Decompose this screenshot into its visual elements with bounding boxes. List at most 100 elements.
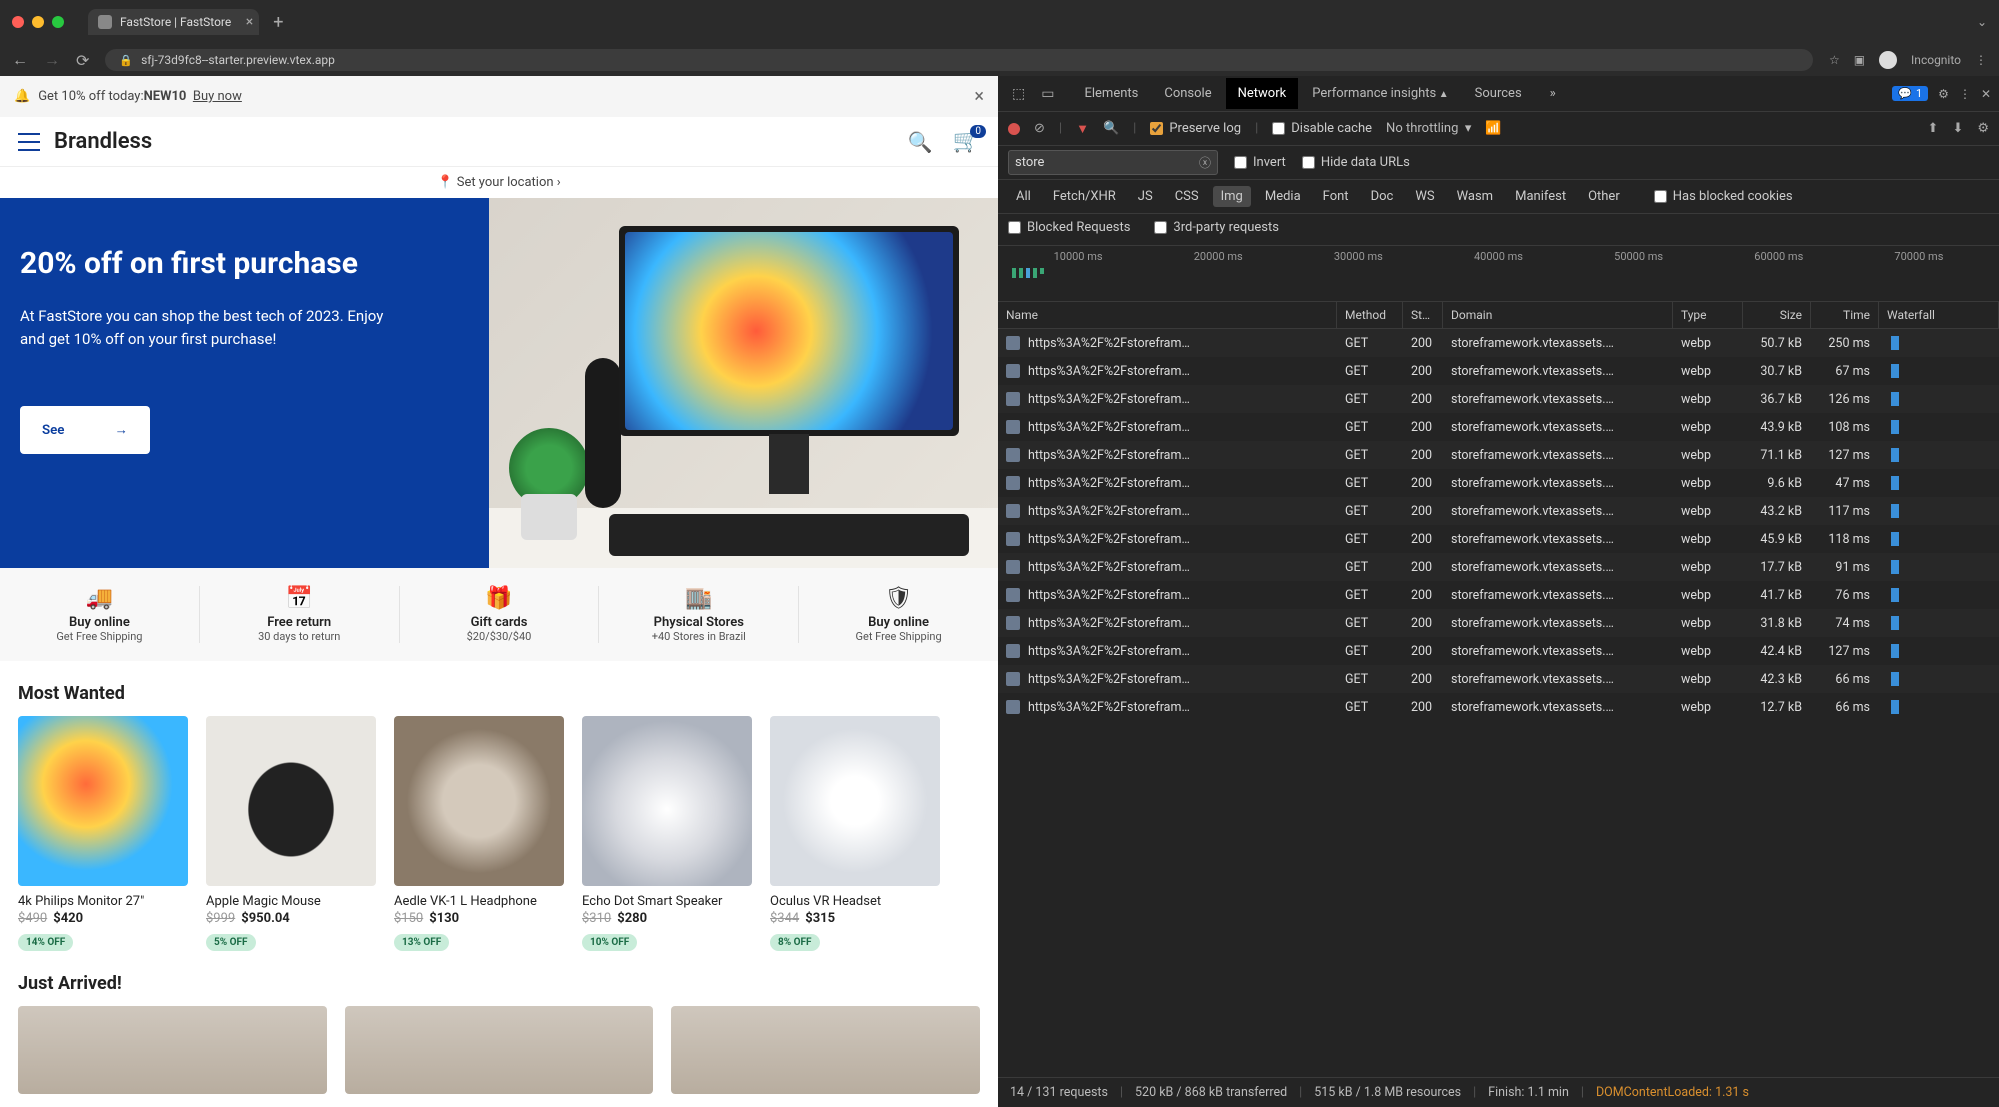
type-filter-manifest[interactable]: Manifest bbox=[1507, 186, 1574, 207]
product-card[interactable]: Echo Dot Smart Speaker $310$280 10% OFF bbox=[582, 716, 752, 951]
download-icon[interactable]: ⬇ bbox=[1952, 121, 1963, 136]
type-filter-wasm[interactable]: Wasm bbox=[1449, 186, 1502, 207]
kebab-icon[interactable]: ⋮ bbox=[1959, 87, 1971, 101]
location-cta[interactable]: 📍 Set your location › bbox=[0, 167, 998, 198]
column-header[interactable]: Time bbox=[1811, 302, 1879, 328]
kebab-menu-icon[interactable]: ⋮ bbox=[1975, 53, 1987, 67]
browser-tab[interactable]: FastStore | FastStore × bbox=[88, 9, 259, 35]
table-row[interactable]: https%3A%2F%2Fstorefram… GET 200 storefr… bbox=[998, 525, 1999, 553]
hamburger-menu-icon[interactable] bbox=[18, 133, 40, 151]
minimize-window-icon[interactable] bbox=[32, 16, 44, 28]
new-tab-button[interactable]: + bbox=[273, 12, 283, 33]
table-row[interactable]: https%3A%2F%2Fstorefram… GET 200 storefr… bbox=[998, 469, 1999, 497]
cell-method: GET bbox=[1337, 364, 1403, 379]
has-blocked-cookies-checkbox[interactable]: Has blocked cookies bbox=[1654, 189, 1793, 204]
close-devtools-icon[interactable]: ✕ bbox=[1981, 87, 1991, 101]
disable-cache-checkbox[interactable]: Disable cache bbox=[1272, 121, 1372, 136]
reload-button[interactable]: ⟳ bbox=[76, 51, 89, 70]
clear-filter-icon[interactable]: ⓧ bbox=[1199, 154, 1211, 171]
filter-icon[interactable]: ▼ bbox=[1076, 121, 1089, 137]
search-icon[interactable]: 🔍 bbox=[908, 130, 933, 154]
type-filter-font[interactable]: Font bbox=[1315, 186, 1357, 207]
table-row[interactable]: https%3A%2F%2Fstorefram… GET 200 storefr… bbox=[998, 497, 1999, 525]
table-row[interactable]: https%3A%2F%2Fstorefram… GET 200 storefr… bbox=[998, 357, 1999, 385]
search-icon[interactable]: 🔍 bbox=[1103, 121, 1119, 136]
gear-icon[interactable]: ⚙ bbox=[1977, 121, 1989, 136]
upload-icon[interactable]: ⬆ bbox=[1928, 121, 1939, 136]
table-header[interactable]: NameMethodSt…DomainTypeSizeTimeWaterfall bbox=[998, 302, 1999, 329]
column-header[interactable]: Method bbox=[1337, 302, 1403, 328]
product-card[interactable]: 4k Philips Monitor 27" $490$420 14% OFF bbox=[18, 716, 188, 951]
chevron-down-icon[interactable]: ⌄ bbox=[1977, 15, 1987, 29]
back-button[interactable]: ← bbox=[12, 50, 28, 70]
brand-logo[interactable]: Brandless bbox=[54, 129, 152, 154]
preserve-log-checkbox[interactable]: Preserve log bbox=[1150, 121, 1241, 136]
hide-data-urls-checkbox[interactable]: Hide data URLs bbox=[1302, 155, 1410, 170]
cell-type: webp bbox=[1673, 532, 1743, 547]
type-filter-media[interactable]: Media bbox=[1257, 186, 1309, 207]
device-toggle-icon[interactable]: ▭ bbox=[1035, 80, 1060, 108]
product-card[interactable]: Oculus VR Headset $344$315 8% OFF bbox=[770, 716, 940, 951]
devtools-tab-performance-insights[interactable]: Performance insights ▲ bbox=[1300, 78, 1460, 109]
type-filter-js[interactable]: JS bbox=[1130, 186, 1161, 207]
throttling-select[interactable]: No throttling ▾ bbox=[1386, 121, 1471, 136]
clear-icon[interactable]: ⊘ bbox=[1034, 121, 1045, 136]
column-header[interactable]: Type bbox=[1673, 302, 1743, 328]
incognito-icon[interactable] bbox=[1879, 51, 1897, 69]
arrived-card[interactable] bbox=[345, 1006, 654, 1094]
devtools-tab-console[interactable]: Console bbox=[1152, 78, 1223, 109]
table-row[interactable]: https%3A%2F%2Fstorefram… GET 200 storefr… bbox=[998, 665, 1999, 693]
type-filter-ws[interactable]: WS bbox=[1407, 186, 1442, 207]
type-filter-img[interactable]: Img bbox=[1213, 186, 1251, 207]
table-row[interactable]: https%3A%2F%2Fstorefram… GET 200 storefr… bbox=[998, 553, 1999, 581]
record-icon[interactable] bbox=[1008, 123, 1020, 135]
column-header[interactable]: Domain bbox=[1443, 302, 1673, 328]
invert-checkbox[interactable]: Invert bbox=[1234, 155, 1286, 170]
type-filter-other[interactable]: Other bbox=[1580, 186, 1628, 207]
close-promo-icon[interactable]: × bbox=[974, 86, 984, 107]
console-messages-badge[interactable]: 💬 1 bbox=[1892, 86, 1928, 101]
devtools-tab-elements[interactable]: Elements bbox=[1072, 78, 1150, 109]
hero-cta-button[interactable]: See → bbox=[20, 406, 150, 454]
close-window-icon[interactable] bbox=[12, 16, 24, 28]
type-filter-doc[interactable]: Doc bbox=[1363, 186, 1402, 207]
third-party-checkbox[interactable]: 3rd-party requests bbox=[1154, 220, 1279, 235]
type-filter-css[interactable]: CSS bbox=[1167, 186, 1207, 207]
column-header[interactable]: Waterfall bbox=[1879, 302, 1999, 328]
type-filter-all[interactable]: All bbox=[1008, 186, 1039, 207]
star-icon[interactable]: ☆ bbox=[1829, 53, 1840, 67]
close-tab-icon[interactable]: × bbox=[246, 15, 253, 29]
gear-icon[interactable]: ⚙ bbox=[1938, 87, 1949, 101]
network-timeline[interactable]: 10000 ms20000 ms30000 ms40000 ms50000 ms… bbox=[998, 246, 1999, 302]
product-card[interactable]: Apple Magic Mouse $999$950.04 5% OFF bbox=[206, 716, 376, 951]
devtools-more-tabs[interactable]: » bbox=[1538, 78, 1568, 109]
cell-type: webp bbox=[1673, 700, 1743, 715]
table-row[interactable]: https%3A%2F%2Fstorefram… GET 200 storefr… bbox=[998, 581, 1999, 609]
table-row[interactable]: https%3A%2F%2Fstorefram… GET 200 storefr… bbox=[998, 413, 1999, 441]
inspect-icon[interactable]: ⬚ bbox=[1006, 80, 1031, 108]
product-card[interactable]: Aedle VK-1 L Headphone $150$130 13% OFF bbox=[394, 716, 564, 951]
type-filter-fetch-xhr[interactable]: Fetch/XHR bbox=[1045, 186, 1124, 207]
arrived-card[interactable] bbox=[671, 1006, 980, 1094]
devtools-tab-network[interactable]: Network bbox=[1226, 78, 1299, 109]
table-row[interactable]: https%3A%2F%2Fstorefram… GET 200 storefr… bbox=[998, 329, 1999, 357]
promo-link[interactable]: Buy now bbox=[193, 89, 242, 104]
extensions-icon[interactable]: ▣ bbox=[1854, 53, 1865, 67]
cart-button[interactable]: 🛒0 bbox=[953, 129, 980, 154]
wifi-icon[interactable]: 📶 bbox=[1485, 121, 1501, 136]
table-row[interactable]: https%3A%2F%2Fstorefram… GET 200 storefr… bbox=[998, 693, 1999, 721]
zoom-window-icon[interactable] bbox=[52, 16, 64, 28]
forward-button[interactable]: → bbox=[44, 50, 60, 70]
column-header[interactable]: Size bbox=[1743, 302, 1811, 328]
blocked-requests-checkbox[interactable]: Blocked Requests bbox=[1008, 220, 1130, 235]
filter-input[interactable]: ⓧ bbox=[1008, 150, 1218, 175]
table-row[interactable]: https%3A%2F%2Fstorefram… GET 200 storefr… bbox=[998, 385, 1999, 413]
arrived-card[interactable] bbox=[18, 1006, 327, 1094]
table-row[interactable]: https%3A%2F%2Fstorefram… GET 200 storefr… bbox=[998, 441, 1999, 469]
devtools-tab-sources[interactable]: Sources bbox=[1463, 78, 1534, 109]
table-row[interactable]: https%3A%2F%2Fstorefram… GET 200 storefr… bbox=[998, 609, 1999, 637]
column-header[interactable]: Name bbox=[998, 302, 1337, 328]
address-field[interactable]: 🔒 sfj-73d9fc8--starter.preview.vtex.app bbox=[105, 49, 1813, 71]
table-row[interactable]: https%3A%2F%2Fstorefram… GET 200 storefr… bbox=[998, 637, 1999, 665]
column-header[interactable]: St… bbox=[1403, 302, 1443, 328]
